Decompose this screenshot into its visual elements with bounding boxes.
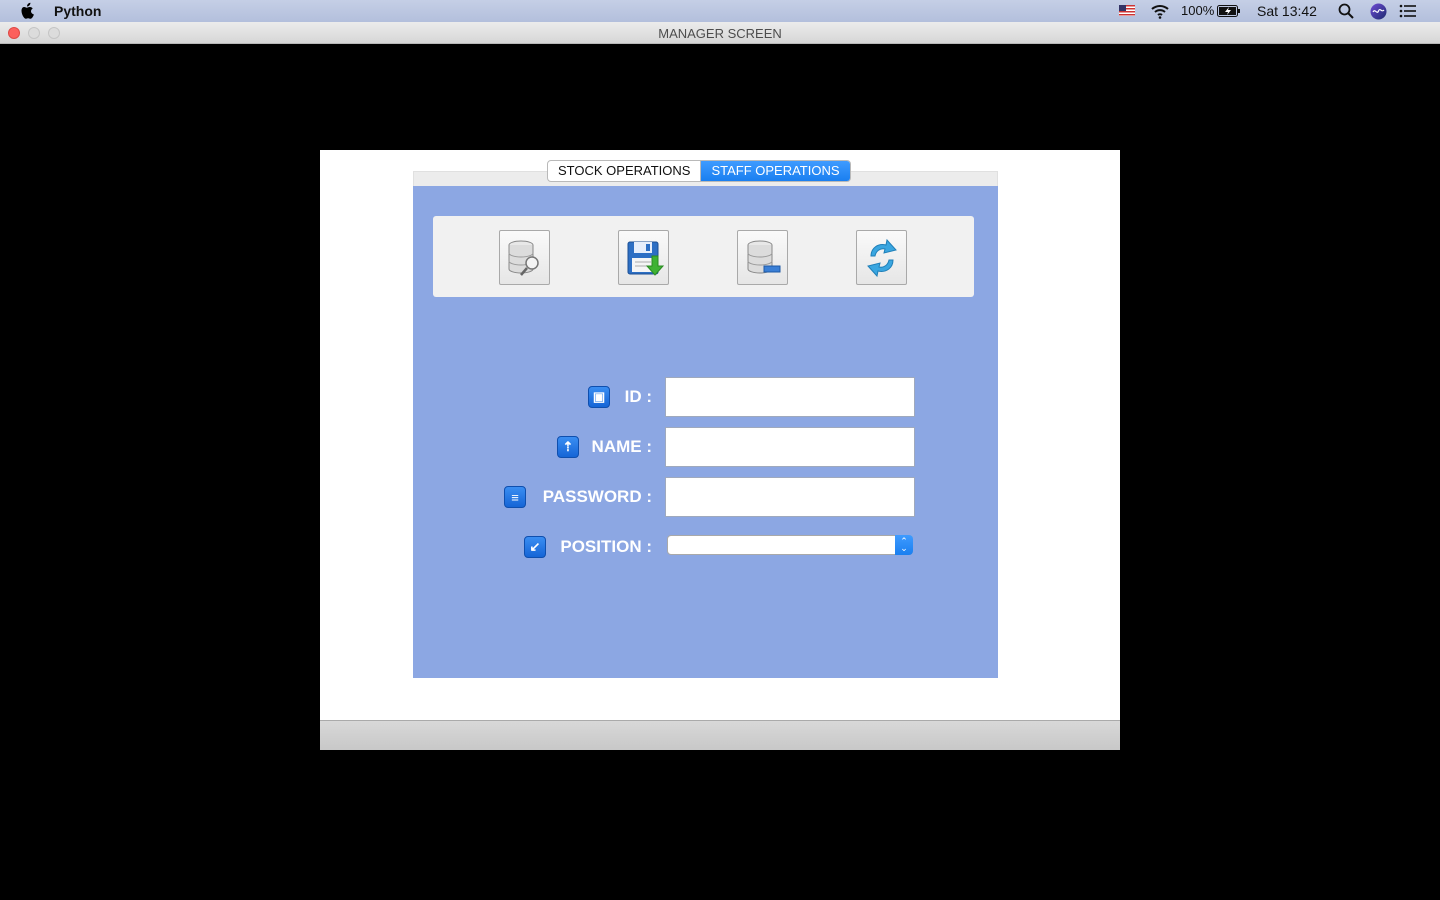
database-delete-button[interactable] <box>737 230 788 285</box>
name-label: NAME : <box>591 437 652 456</box>
siri-icon[interactable] <box>1370 3 1387 20</box>
save-button[interactable] <box>618 230 669 285</box>
database-remove-icon <box>747 240 780 274</box>
password-label: PASSWORD : <box>542 487 652 506</box>
name-field[interactable] <box>665 427 915 467</box>
search-icon[interactable] <box>1338 3 1354 19</box>
id-label: ID : <box>624 387 652 406</box>
window-title-bar: MANAGER SCREEN <box>0 22 1440 44</box>
window-title: MANAGER SCREEN <box>658 26 782 41</box>
password-field[interactable] <box>665 477 915 517</box>
control-center-icon[interactable] <box>1399 4 1417 18</box>
password-key-icon: ≡ <box>504 486 526 508</box>
position-icon: ↙ <box>524 536 546 558</box>
flag-us-icon[interactable] <box>1119 5 1135 16</box>
battery-percent: 100% <box>1181 3 1215 18</box>
wifi-icon[interactable] <box>1150 2 1170 20</box>
id-field[interactable] <box>665 377 915 417</box>
chevron-up-down-icon[interactable]: ⌃ ⌄ <box>895 535 913 555</box>
person-icon: ⇡ <box>557 436 579 458</box>
apple-icon[interactable] <box>20 2 36 20</box>
bottom-status-bar <box>320 720 1120 750</box>
refresh-button[interactable] <box>856 230 907 285</box>
position-label: POSITION : <box>560 537 652 556</box>
refresh-icon <box>866 238 897 277</box>
id-card-icon: ▣ <box>588 386 610 408</box>
database-search-button[interactable] <box>499 230 550 285</box>
floppy-save-icon <box>627 241 664 276</box>
app-name[interactable]: Python <box>54 3 101 19</box>
database-search-icon <box>508 240 539 276</box>
tab-bar: STOCK OPERATIONS STAFF OPERATIONS <box>547 160 851 182</box>
battery-icon[interactable] <box>1217 5 1241 17</box>
menu-bar: Python 100% Sat 13:42 <box>0 0 1440 22</box>
tab-staff-operations[interactable]: STAFF OPERATIONS <box>700 161 850 181</box>
tab-stock-operations[interactable]: STOCK OPERATIONS <box>548 161 700 181</box>
clock[interactable]: Sat 13:42 <box>1257 3 1317 19</box>
position-dropdown[interactable]: ⌃ ⌄ <box>667 535 913 555</box>
